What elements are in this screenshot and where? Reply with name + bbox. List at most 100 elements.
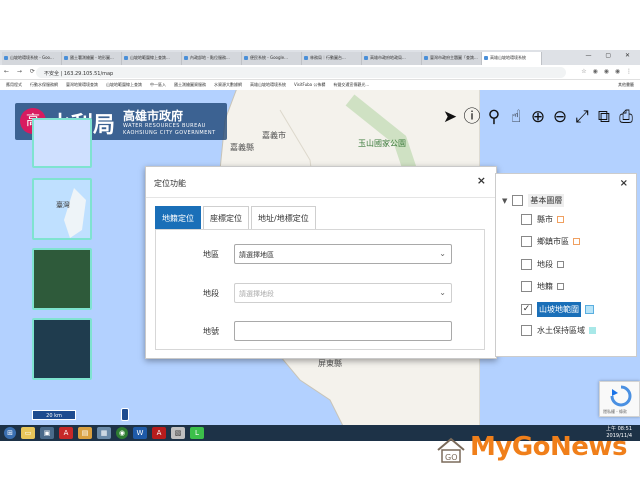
info-icon[interactable]: ⓘ (462, 106, 482, 128)
map-scale-bar: 20 km (32, 410, 76, 420)
favicon-icon (364, 56, 368, 60)
government-name: 高雄市政府 (123, 109, 184, 123)
basemap-thumb-terrain[interactable]: 臺灣 (32, 178, 92, 240)
recaptcha-badge[interactable]: 隱私權 - 條款 (599, 381, 640, 417)
checkbox[interactable] (521, 214, 532, 225)
thumb-label: 臺灣 (56, 201, 70, 209)
layer-item[interactable]: 縣市 (521, 214, 564, 225)
folder-icon[interactable]: ▤ (78, 427, 92, 439)
browser-tab[interactable]: 國土署測繪圖 - 地形圖... (62, 52, 122, 65)
bookmark-item[interactable]: 國土測繪圖資服務 (174, 82, 206, 88)
checkbox[interactable] (521, 236, 532, 247)
section-label: 地段 (203, 289, 219, 298)
layer-panel-close-icon[interactable]: × (620, 178, 628, 189)
house-logo-icon: GO (437, 437, 465, 463)
government-en-name: KAOHSIUNG CITY GOVERNMENT (123, 130, 216, 136)
bookmark-item[interactable]: 高雄山坡地環境系統 (250, 82, 286, 88)
bookmark-item[interactable]: 有聲交通宣傳觀光... (333, 82, 369, 88)
app-icon[interactable]: ▣ (40, 427, 54, 439)
bookmarks-bar: 應用程式 行動水保服務網 臺灣地質環境查詢 山坡地範圍線上查詢 中一區入 國土測… (0, 80, 640, 90)
basemap-thumb-road[interactable] (32, 118, 92, 168)
checkbox-checked[interactable]: ✓ (521, 304, 532, 315)
extension-icons[interactable]: ☆ ◉ ◉ ◉ ⋮ (581, 68, 634, 75)
locate-arrow-icon[interactable]: ➤ (440, 106, 460, 128)
layer-group-root[interactable]: ▼ 基本圖層 (502, 194, 565, 207)
layer-item[interactable]: 地段 (521, 259, 564, 270)
bookmark-item[interactable]: 行動水保服務網 (30, 82, 58, 88)
basemap-thumb-satellite[interactable] (32, 248, 92, 310)
pdf-icon[interactable]: A (152, 427, 166, 439)
extent-icon[interactable]: ⧉ (594, 106, 614, 128)
favicon-icon (124, 56, 128, 60)
bookmark-item[interactable]: 其他書籤 (618, 82, 634, 88)
dialog-close-icon[interactable]: × (477, 174, 486, 187)
scale-slider-handle[interactable] (121, 408, 129, 421)
layer-item-checked[interactable]: ✓ 山坡地範圍 (521, 302, 594, 317)
logo-mark-text: GO (445, 453, 458, 462)
checkbox[interactable] (521, 281, 532, 292)
browser-tab[interactable]: 林務局｜行動圖台... (302, 52, 362, 65)
browser-tab[interactable]: 山坡地範圍線上查詢... (122, 52, 182, 65)
app-icon[interactable]: ▧ (171, 427, 185, 439)
word-icon[interactable]: W (133, 427, 147, 439)
browser-tab[interactable]: 臺灣市政府主題圖「查詢... (422, 52, 482, 65)
checkbox[interactable] (512, 195, 524, 206)
map-label: 玉山國家公園 (358, 139, 406, 148)
divider (146, 197, 496, 198)
chrome-icon[interactable]: ◉ (116, 427, 128, 439)
layer-item[interactable]: 水土保持區域 (521, 325, 596, 336)
tab-coordinate[interactable]: 座標定位 (203, 206, 249, 229)
browser-tab-active[interactable]: 高雄山坡地環境系統 (482, 52, 542, 65)
section-select[interactable]: 請選擇地段 ⌄ (234, 283, 452, 303)
nav-buttons[interactable]: ← → ⟳ (4, 68, 38, 75)
zoom-out-icon[interactable]: ⊖ (550, 106, 570, 128)
tab-address[interactable]: 地址/地標定位 (251, 206, 316, 229)
dialog-title: 定位功能 (154, 179, 186, 188)
layer-panel: × ▼ 基本圖層 縣市 鄉鎮市區 地段 地籍 ✓ 山坡地範圍 水土保持區域 (495, 173, 637, 357)
basemap-thumb-dark[interactable] (32, 318, 92, 380)
pdf-icon[interactable]: A (59, 427, 73, 439)
map-label: 嘉義市 (262, 131, 286, 140)
hand-pan-icon[interactable]: ☝ (506, 106, 526, 128)
zoom-in-icon[interactable]: ⊕ (528, 106, 548, 128)
tab-cadastral[interactable]: 地籍定位 (155, 206, 201, 229)
district-select[interactable]: 請選擇地區 ⌄ (234, 244, 452, 264)
checkbox[interactable] (521, 325, 532, 336)
bookmark-item[interactable]: 應用程式 (6, 82, 22, 88)
chevron-down-icon: ⌄ (439, 288, 446, 297)
layer-item[interactable]: 鄉鎮市區 (521, 236, 580, 247)
bookmark-item[interactable]: 中一區入 (150, 82, 166, 88)
bookmark-item[interactable]: 臺灣地質環境查詢 (66, 82, 98, 88)
pin-icon[interactable]: ⚲ (484, 106, 504, 128)
bookmark-item[interactable]: 山坡地範圍線上查詢 (106, 82, 142, 88)
brand-watermark: MyGoNews (470, 432, 627, 462)
browser-tab[interactable]: 內政部地 - 點位服務... (182, 52, 242, 65)
favicon-icon (304, 56, 308, 60)
cadastral-form: 地區 請選擇地區 ⌄ 地段 請選擇地段 ⌄ 地號 (155, 229, 485, 350)
window-controls[interactable]: — ▢ ✕ (585, 52, 636, 59)
favicon-icon (184, 56, 188, 60)
browser-tab[interactable]: 便民系統 - Google... (242, 52, 302, 65)
legend-swatch (557, 261, 564, 268)
print-icon[interactable]: ⎙ (616, 106, 636, 128)
map-toolbar: ➤ ⓘ ⚲ ☝ ⊕ ⊖ ⤢ ⧉ ⎙ ☰ (440, 106, 640, 128)
map-label: 屏東縣 (318, 359, 342, 368)
fullscreen-icon[interactable]: ⤢ (572, 106, 592, 128)
app-icon[interactable]: ▦ (97, 427, 111, 439)
explorer-icon[interactable]: ▭ (21, 427, 35, 439)
legend-swatch (589, 327, 596, 334)
start-icon[interactable]: ⊞ (4, 427, 16, 439)
layer-item[interactable]: 地籍 (521, 281, 564, 292)
line-icon[interactable]: L (190, 427, 204, 439)
address-bar: ← → ⟳ 不安全 | 163.29.105.51/map ☆ ◉ ◉ ◉ ⋮ (0, 65, 640, 80)
bookmark-item[interactable]: VisitFuba 公佈欄 (294, 82, 325, 88)
url-field[interactable]: 不安全 | 163.29.105.51/map (36, 67, 566, 78)
lot-number-input[interactable] (234, 321, 452, 341)
browser-tab[interactable]: 高雄市政府地政局... (362, 52, 422, 65)
checkbox[interactable] (521, 259, 532, 270)
browser-tab[interactable]: 山坡地環境系統 - Goo... (2, 52, 62, 65)
favicon-icon (484, 56, 488, 60)
favicon-icon (64, 56, 68, 60)
bookmark-item[interactable]: 水資源大數據網 (214, 82, 242, 88)
lot-label: 地號 (203, 327, 219, 336)
